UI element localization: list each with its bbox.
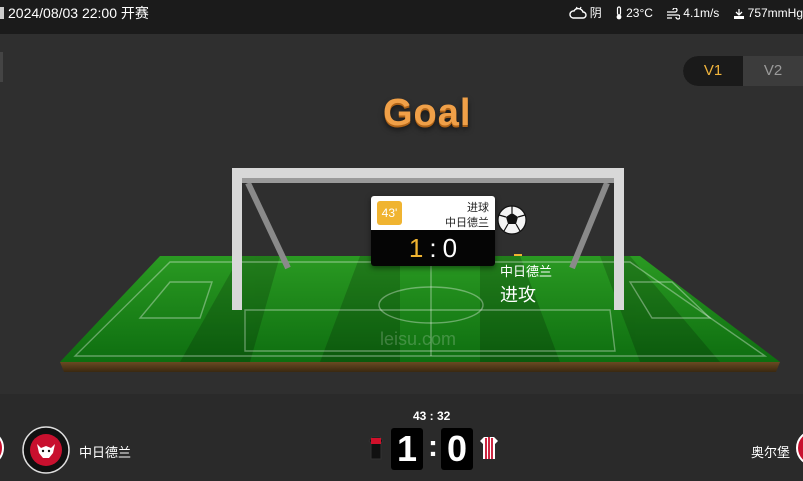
event-card: 43' 进球 中日德兰 1:0 [371, 196, 495, 266]
event-score-separator: : [429, 233, 437, 263]
home-team-logo[interactable] [22, 426, 70, 474]
football-icon [497, 205, 527, 235]
home-score: 1 [391, 428, 423, 470]
event-score-home: 1 [408, 233, 424, 263]
away-score: 0 [441, 428, 473, 470]
home-team-name[interactable]: 中日德兰 [79, 442, 131, 461]
watermark: leisu.com [380, 329, 456, 349]
away-team-name[interactable]: 奥尔堡 [751, 442, 790, 461]
event-team: 中日德兰 [445, 217, 489, 229]
event-type: 进球 [467, 202, 489, 214]
left-edge-logo-icon [0, 436, 4, 460]
away-jersey-icon [480, 437, 498, 459]
possession-team: 中日德兰 [500, 264, 553, 279]
event-card-score: 1:0 [371, 230, 495, 266]
pitch-soil-edge [60, 362, 780, 372]
possession-action: 进攻 [500, 285, 536, 305]
home-jersey-icon [368, 436, 384, 460]
ball-position-marker [514, 254, 522, 256]
event-card-header: 43' 进球 中日德兰 [371, 196, 495, 230]
away-team-logo-icon[interactable] [796, 428, 803, 468]
event-score-away: 0 [442, 233, 458, 263]
event-minute-badge: 43' [377, 201, 402, 225]
score-separator: : [428, 430, 438, 463]
goal-title: Goal [383, 92, 472, 134]
match-clock: 43 : 32 [413, 409, 451, 423]
